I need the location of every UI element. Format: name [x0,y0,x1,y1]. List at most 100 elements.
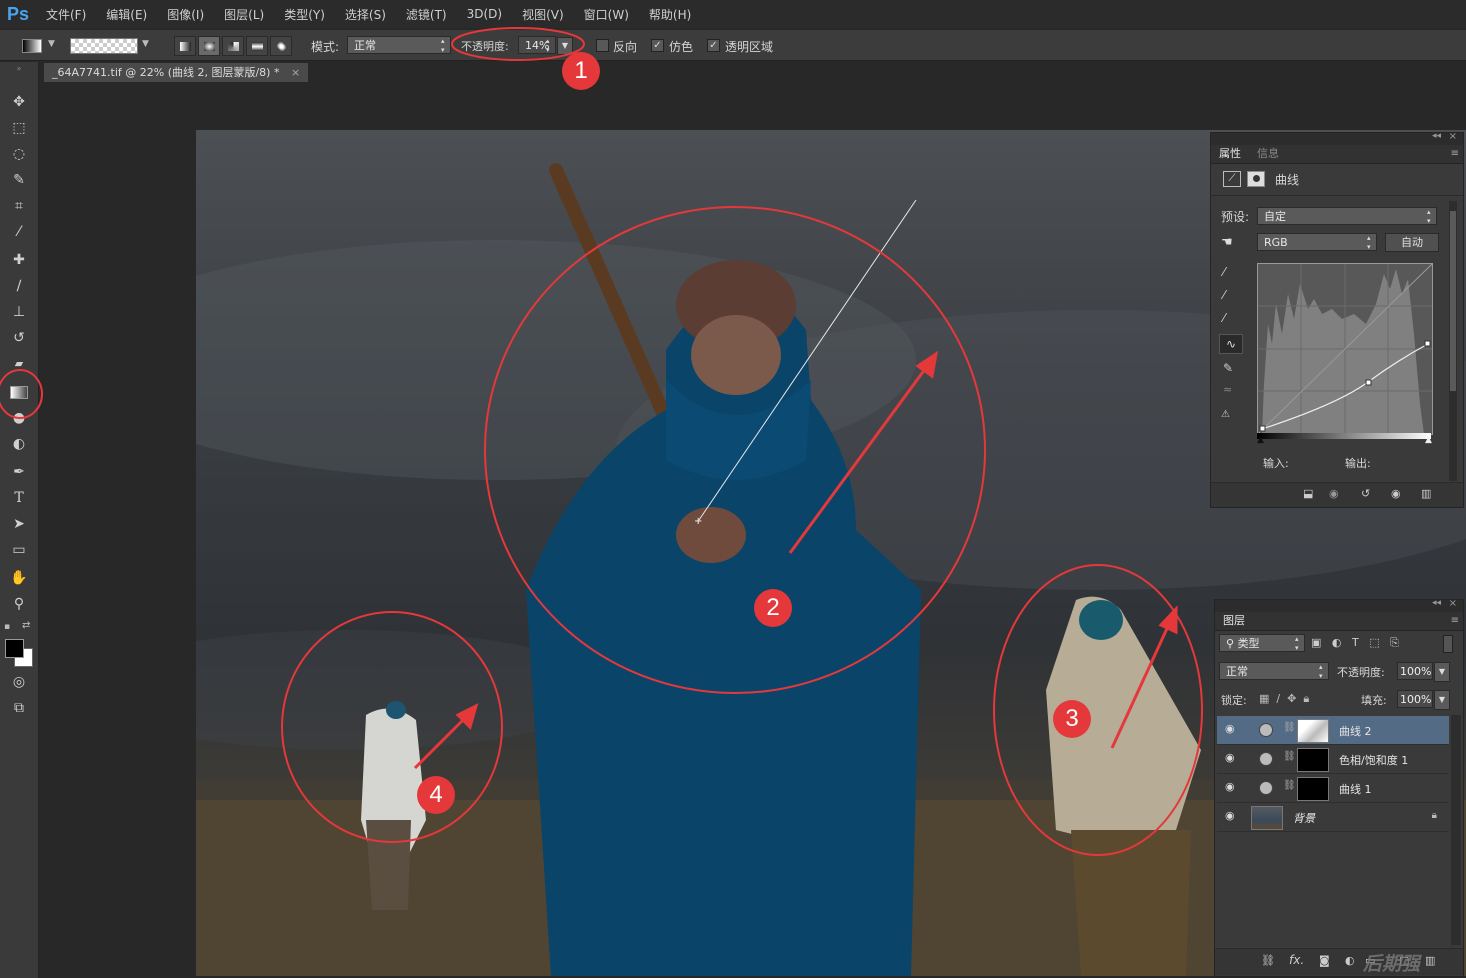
clipping-warning-icon[interactable]: ⚠ [1221,409,1230,420]
filter-pixel-icon[interactable]: ▣ [1311,636,1321,649]
lock-icons: ▦ ∕ ✥ 🔒︎ [1259,692,1309,706]
layer-filter-icons: ▣ ◐ T ⬚ ⎘ [1311,636,1399,650]
layer-row-hue-saturation-1[interactable]: ◉ ⛓ 色相/饱和度 1 [1217,745,1449,774]
properties-footer: ⬓ ◉ ↺ ◉ ▥ [1211,482,1463,507]
visibility-eye-icon[interactable]: ◉ [1225,752,1237,763]
gray-point-eyedropper-icon[interactable]: ⁄ [1223,288,1225,302]
layers-scrollbar[interactable] [1451,715,1461,945]
curves-adjustment-icon[interactable]: ⟋ [1223,171,1241,187]
delete-layer-icon[interactable]: ▥ [1425,954,1435,967]
link-chain-icon[interactable]: ⛓ [1283,780,1296,791]
lock-all-icon[interactable]: 🔒︎ [1303,692,1309,705]
visibility-eye-icon[interactable]: ◉ [1225,723,1237,734]
divider [1211,195,1463,196]
trash-icon[interactable]: ▥ [1421,487,1431,500]
input-label: 输入: [1263,457,1289,470]
black-slider-icon[interactable]: ▲ [1257,435,1264,445]
layers-panel: ◂◂ × 图层 ≡ ⚲ 类型 ▣ ◐ T ⬚ ⎘ 正常 不透明度: 100% ▼… [1214,598,1464,977]
blend-mode-select[interactable]: 正常 [1219,662,1329,681]
output-label: 输出: [1345,457,1371,470]
lock-icon: 🔒︎ [1431,810,1437,821]
tab-layers[interactable]: 图层 [1217,614,1251,628]
lock-transparent-icon[interactable]: ▦ [1259,692,1269,705]
properties-tab-row: 属性 信息 ≡ [1211,145,1463,164]
visibility-eye-icon[interactable]: ◉ [1225,810,1237,821]
auto-button[interactable]: 自动 [1385,233,1439,252]
smooth-curve-icon[interactable]: ≈ [1223,383,1232,396]
layer-mask-thumbnail[interactable] [1297,719,1329,743]
output-gradient-bar [1257,433,1431,439]
reset-icon[interactable]: ↺ [1361,487,1370,500]
layer-row-curves-2[interactable]: ◉ ⛓ 曲线 2 [1217,716,1449,745]
fx-icon[interactable]: fx. [1289,953,1304,967]
lock-image-icon[interactable]: ∕ [1276,692,1280,705]
filter-smart-icon[interactable]: ⎘ [1390,636,1399,649]
layer-name: 背景 [1293,812,1315,825]
layers-menu-icon[interactable]: ≡ [1451,615,1459,626]
layer-opacity-label: 不透明度: [1337,666,1385,679]
panel-menu-icon[interactable]: ≡ [1451,148,1459,159]
pencil-curve-icon[interactable]: ✎ [1223,361,1233,375]
layers-footer: ⛓ fx. ◙ ◐ ▭ ▢ ▥ 后期强 [1215,948,1463,975]
channel-select[interactable]: RGB [1257,233,1377,252]
filter-search-icon: ⚲ [1226,637,1238,650]
fill-dropdown-icon[interactable]: ▼ [1434,690,1450,710]
adjustment-thumbnail-icon [1259,723,1273,737]
filter-type-icon[interactable]: T [1352,636,1359,649]
tab-info[interactable]: 信息 [1251,147,1285,161]
curves-graph[interactable] [1257,263,1433,435]
new-adjustment-icon[interactable]: ◐ [1345,954,1355,967]
opacity-dropdown-icon[interactable]: ▼ [1434,662,1450,682]
layers-list: ◉ ⛓ 曲线 2 ◉ ⛓ 色相/饱和度 1 ◉ ⛓ 曲线 1 ◉ 背景 🔒︎ [1215,715,1451,945]
layer-mask-thumbnail[interactable] [1297,777,1329,801]
layer-filter-value: 类型 [1237,637,1260,650]
annotation-marker-2: 2 [754,589,792,627]
filter-shape-icon[interactable]: ⬚ [1369,636,1379,649]
collapse-panel-icon[interactable]: ◂◂ [1432,131,1441,141]
close-layers-icon[interactable]: × [1449,598,1457,609]
mask-icon[interactable] [1247,171,1265,187]
preset-select[interactable]: 自定 [1257,207,1437,226]
curve-point-tool-icon[interactable]: ∿ [1219,334,1243,354]
link-chain-icon[interactable]: ⛓ [1283,722,1296,733]
add-mask-icon[interactable]: ◙ [1319,954,1330,967]
watermark-text: 后期强 [1363,953,1421,975]
adjustment-thumbnail-icon [1259,752,1273,766]
annotation-marker-3: 3 [1053,700,1091,738]
preset-label: 预设: [1221,210,1250,224]
white-slider-icon[interactable]: ▲ [1425,435,1432,445]
properties-panel: ◂◂ × 属性 信息 ≡ ⟋ 曲线 预设: 自定 ☚ RGB 自动 ⁄ ⁄ ⁄ … [1210,131,1464,508]
fill-label: 填充: [1361,694,1387,707]
properties-type-label: 曲线 [1275,173,1300,187]
filter-adjustment-icon[interactable]: ◐ [1332,636,1342,649]
white-point-eyedropper-icon[interactable]: ⁄ [1223,311,1225,325]
visibility-eye-icon[interactable]: ◉ [1225,781,1237,792]
targeted-adjust-hand-icon[interactable]: ☚ [1221,235,1233,250]
annotation-marker-1: 1 [562,52,600,90]
filter-toggle[interactable] [1443,635,1453,653]
layers-panel-header: ◂◂ × [1215,598,1463,612]
properties-scrollbar[interactable] [1449,201,1457,481]
adjustment-thumbnail-icon [1259,781,1273,795]
clip-to-layer-icon[interactable]: ⬓ [1303,487,1313,500]
lock-label: 锁定: [1221,694,1247,707]
background-layer-thumbnail[interactable] [1251,806,1283,830]
collapse-layers-icon[interactable]: ◂◂ [1432,598,1441,608]
layer-filter-select[interactable]: ⚲ 类型 [1219,634,1305,653]
layer-row-background[interactable]: ◉ 背景 🔒︎ [1217,803,1449,832]
layers-tab-row: 图层 ≡ [1215,612,1463,631]
link-chain-icon[interactable]: ⛓ [1283,751,1296,762]
tab-properties[interactable]: 属性 [1213,147,1247,161]
visibility-icon[interactable]: ◉ [1391,487,1401,500]
layer-name: 曲线 1 [1339,783,1372,796]
fill-input[interactable]: 100% [1397,690,1433,708]
layer-name: 色相/饱和度 1 [1339,754,1409,767]
close-panel-icon[interactable]: × [1449,131,1457,142]
link-layers-icon[interactable]: ⛓ [1261,954,1275,967]
layer-mask-thumbnail[interactable] [1297,748,1329,772]
black-point-eyedropper-icon[interactable]: ⁄ [1223,265,1225,279]
layer-row-curves-1[interactable]: ◉ ⛓ 曲线 1 [1217,774,1449,803]
view-previous-icon[interactable]: ◉ [1329,487,1339,500]
lock-position-icon[interactable]: ✥ [1287,692,1296,705]
layer-opacity-input[interactable]: 100% [1397,662,1433,680]
